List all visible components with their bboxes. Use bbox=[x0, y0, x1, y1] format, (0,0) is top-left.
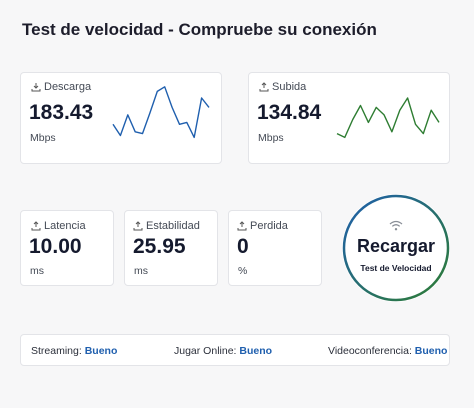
download-icon bbox=[31, 82, 41, 92]
latency-value: 10.00 bbox=[29, 235, 82, 258]
sparkline-path bbox=[112, 86, 210, 139]
latency-unit: ms bbox=[30, 265, 44, 277]
download-label: Descarga bbox=[44, 81, 92, 93]
rating-gaming: Jugar Online: Bueno bbox=[174, 345, 273, 357]
upload-icon bbox=[133, 221, 143, 231]
upload-label: Subida bbox=[272, 81, 307, 93]
upload-card: Subida 134.84 Mbps bbox=[248, 72, 450, 164]
loss-unit: % bbox=[238, 265, 248, 277]
latency-label: Latencia bbox=[44, 220, 86, 232]
upload-icon bbox=[259, 82, 269, 92]
loss-card: Perdida 0 % bbox=[228, 210, 322, 286]
stability-unit: ms bbox=[134, 265, 148, 277]
upload-unit: Mbps bbox=[258, 132, 284, 144]
latency-card: Latencia 10.00 ms bbox=[20, 210, 114, 286]
loss-label: Perdida bbox=[250, 220, 288, 232]
page-title: Test de velocidad - Compruebe su conexió… bbox=[22, 20, 377, 39]
wifi-icon bbox=[389, 220, 403, 231]
stability-card: Estabilidad 25.95 ms bbox=[124, 210, 218, 286]
upload-value: 134.84 bbox=[257, 101, 322, 124]
download-unit: Mbps bbox=[30, 132, 56, 144]
reload-sublabel: Test de Velocidad bbox=[360, 263, 432, 273]
rating-streaming: Streaming: Bueno bbox=[31, 345, 118, 357]
upload-icon bbox=[31, 221, 41, 231]
download-card: Descarga 183.43 Mbps bbox=[20, 72, 222, 164]
loss-value: 0 bbox=[237, 235, 249, 258]
stability-label: Estabilidad bbox=[146, 220, 200, 232]
reload-button[interactable]: Recargar Test de Velocidad bbox=[342, 194, 450, 302]
quality-ratings-bar: Streaming: Bueno Jugar Online: Bueno Vid… bbox=[20, 334, 450, 366]
stability-value: 25.95 bbox=[133, 235, 186, 258]
upload-sparkline bbox=[336, 97, 440, 139]
upload-icon bbox=[237, 221, 247, 231]
rating-videoconference: Videoconferencia: Bueno bbox=[328, 345, 448, 357]
download-value: 183.43 bbox=[29, 101, 94, 124]
sparkline-path bbox=[336, 97, 440, 139]
reload-label: Recargar bbox=[356, 236, 436, 256]
download-sparkline bbox=[112, 86, 210, 139]
